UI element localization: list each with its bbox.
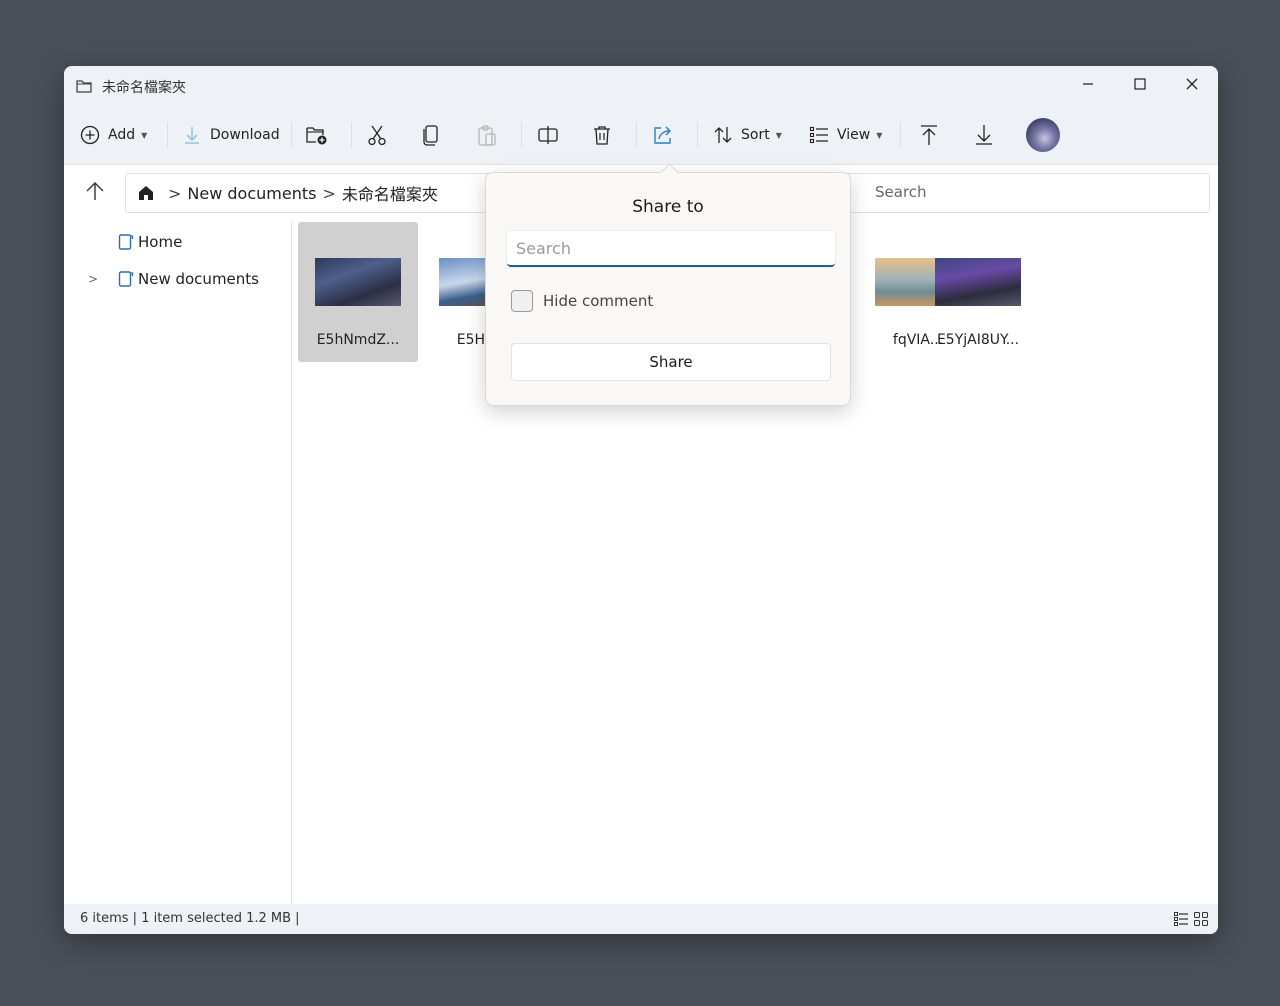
download-button[interactable]: Download [182,118,280,152]
upload-button[interactable] [920,118,938,152]
new-folder-icon [306,127,327,145]
copy-icon [423,125,438,146]
chevron-right-icon[interactable]: > [88,272,114,286]
breadcrumb-item[interactable]: New documents [187,184,316,203]
share-submit-button[interactable]: Share [511,343,831,381]
separator [697,122,698,148]
title-bar: 未命名檔案夾 [64,66,1218,106]
share-search-input[interactable] [507,231,816,265]
share-button[interactable] [652,118,674,152]
file-thumbnail [315,258,401,306]
document-icon [118,271,134,287]
separator [900,122,901,148]
view-label: View [837,127,871,143]
hide-comment-label: Hide comment [543,292,654,310]
arrow-up-icon [86,182,104,200]
download-label: Download [210,127,280,143]
hide-comment-checkbox[interactable] [511,290,533,312]
add-label: Add [108,127,136,143]
sidebar-item-home[interactable]: Home [118,233,182,251]
hide-comment-option[interactable]: Hide comment [511,290,653,312]
window-title: 未命名檔案夾 [102,80,186,96]
maximize-icon [1134,78,1146,90]
file-name: E5YjAI8UY... [936,332,1020,348]
cut-icon [368,125,386,146]
download-icon [185,127,199,144]
rename-button[interactable] [537,118,559,152]
separator [291,122,292,148]
breadcrumb-item[interactable]: 未命名檔案夾 [342,181,438,205]
add-circle-icon [80,125,100,145]
chevron-down-icon: ▼ [876,130,883,140]
view-button[interactable]: View ▼ [809,118,882,152]
details-view-icon[interactable] [1174,912,1188,926]
paste-button[interactable] [477,118,497,152]
download-arrow-button[interactable] [975,118,993,152]
minimize-icon [1083,83,1093,85]
folder-icon [76,80,92,93]
breadcrumb-separator: > [168,183,182,203]
share-flyout-title: Share to [632,197,704,217]
command-bar: Add ▼ Download Sort ▼ View ▼ [64,106,1218,165]
sort-icon [714,127,732,143]
minimize-button[interactable] [1064,66,1112,102]
paste-icon [478,125,496,146]
sidebar-item-label: Home [138,233,183,251]
maximize-button[interactable] [1116,66,1164,102]
separator [636,122,637,148]
search-box[interactable] [844,173,1210,213]
upload-icon [921,125,937,145]
sidebar-item-label: New documents [138,270,259,288]
share-icon [654,126,671,144]
share-search-box[interactable] [507,231,835,267]
separator [521,122,522,148]
share-flyout: Share to Hide comment Share [485,163,851,406]
file-item[interactable]: E5YjAI8UY... [918,222,1038,362]
file-name: E5hNmdZ... [316,332,400,348]
delete-button[interactable] [592,118,612,152]
chevron-down-icon: ▼ [141,130,148,140]
close-icon [1186,78,1198,90]
status-text: 6 items | 1 item selected 1.2 MB | [80,911,300,926]
delete-icon [594,126,610,145]
sort-button[interactable]: Sort ▼ [713,118,782,152]
chevron-down-icon: ▼ [775,130,782,140]
download-arrow-icon [976,125,992,145]
sort-label: Sort [741,127,770,143]
file-item[interactable]: E5hNmdZ... [298,222,418,362]
close-button[interactable] [1168,66,1216,102]
tiles-view-icon[interactable] [1194,912,1208,926]
home-icon[interactable] [138,185,154,201]
document-icon [118,234,134,250]
new-folder-button[interactable] [306,118,328,152]
file-thumbnail [935,258,1021,306]
breadcrumb-separator: > [322,183,336,203]
status-bar: 6 items | 1 item selected 1.2 MB | [64,904,1218,934]
navigation-pane: Home > New documents [64,221,292,904]
rename-icon [538,126,558,144]
separator [351,122,352,148]
up-button[interactable] [84,180,106,206]
search-input[interactable] [845,174,1195,210]
user-avatar[interactable] [1026,118,1060,152]
cut-button[interactable] [367,118,387,152]
view-icon [809,126,828,144]
sidebar-item-new-documents[interactable]: > New documents [88,270,259,288]
copy-button[interactable] [422,118,440,152]
separator [167,122,168,148]
add-button[interactable]: Add ▼ [80,118,147,152]
